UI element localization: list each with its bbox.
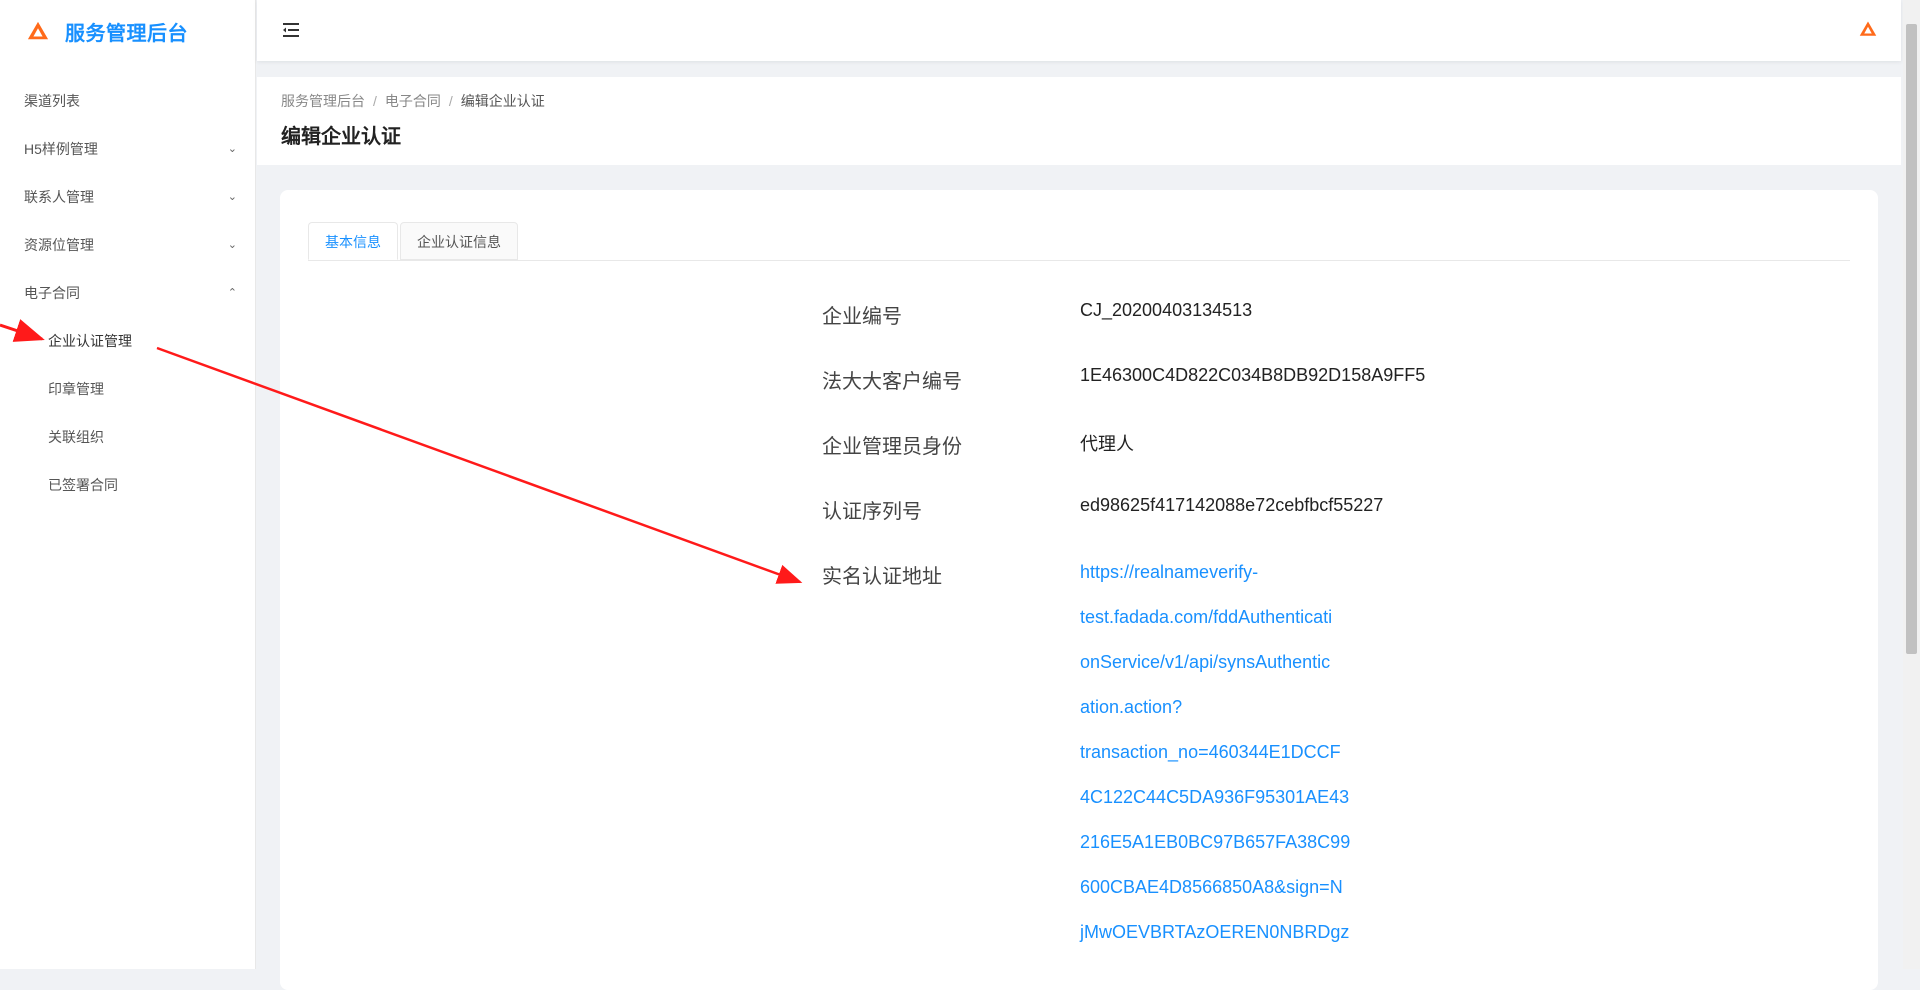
content-card: 基本信息 企业认证信息 企业编号 CJ_20200403134513 法大大客户… bbox=[280, 190, 1878, 990]
sidebar-submenu-e-contract: 企业认证管理 印章管理 关联组织 已签署合同 bbox=[0, 317, 255, 509]
scrollbar-thumb[interactable] bbox=[1906, 24, 1917, 654]
auth-url-line[interactable]: jMwOEVBRTAzOEREN0NBRDgz bbox=[1080, 920, 1360, 965]
field-value: 代理人 bbox=[1080, 434, 1134, 454]
breadcrumb-item[interactable]: 服务管理后台 bbox=[281, 93, 365, 109]
sidebar-item-label: 电子合同 bbox=[24, 285, 80, 301]
auth-url-line[interactable]: 600CBAE4D8566850A8&sign=N bbox=[1080, 875, 1360, 920]
page-scrollbar[interactable] bbox=[1903, 0, 1920, 969]
auth-url-line[interactable]: ation.action? bbox=[1080, 695, 1360, 740]
field-label: 实名认证地址 bbox=[822, 566, 942, 588]
sidebar-item-linked-orgs[interactable]: 关联组织 bbox=[0, 413, 255, 461]
auth-url-line[interactable]: onService/v1/api/synsAuthentic bbox=[1080, 650, 1360, 695]
sidebar-item-resources[interactable]: 资源位管理 ⌄ bbox=[0, 221, 255, 269]
sidebar-item-signed-contracts[interactable]: 已签署合同 bbox=[0, 461, 255, 509]
sidebar-item-label: H5样例管理 bbox=[24, 141, 98, 157]
breadcrumb-separator: / bbox=[448, 93, 453, 109]
user-avatar-icon[interactable] bbox=[1859, 20, 1877, 38]
chevron-down-icon: ⌄ bbox=[227, 191, 237, 203]
auth-url-line[interactable]: 216E5A1EB0BC97B657FA38C99 bbox=[1080, 830, 1360, 875]
sidebar-item-h5-samples[interactable]: H5样例管理 ⌄ bbox=[0, 125, 255, 173]
auth-url-line[interactable]: https://realnameverify- bbox=[1080, 560, 1360, 605]
sidebar-item-enterprise-auth[interactable]: 企业认证管理 bbox=[0, 317, 255, 365]
app-title: 服务管理后台 bbox=[65, 22, 188, 45]
breadcrumb-item[interactable]: 电子合同 bbox=[385, 93, 441, 109]
breadcrumb-separator: / bbox=[373, 93, 377, 109]
logo[interactable]: 服务管理后台 bbox=[27, 16, 188, 46]
auth-url-line[interactable]: 4C122C44C5DA936F95301AE43 bbox=[1080, 785, 1360, 830]
sidebar-item-contacts[interactable]: 联系人管理 ⌄ bbox=[0, 173, 255, 221]
breadcrumb-current: 编辑企业认证 bbox=[460, 93, 545, 109]
breadcrumb: 服务管理后台 / 电子合同 / 编辑企业认证 bbox=[281, 91, 545, 111]
auth-url-line[interactable]: test.fadada.com/fddAuthenticati bbox=[1080, 605, 1360, 650]
sidebar-item-label: 联系人管理 bbox=[24, 189, 94, 205]
sidebar-item-label: 关联组织 bbox=[48, 429, 104, 445]
sidebar-item-label: 资源位管理 bbox=[24, 237, 94, 253]
tab-enterprise-auth-info[interactable]: 企业认证信息 bbox=[400, 222, 518, 260]
field-label: 认证序列号 bbox=[822, 501, 922, 523]
top-header bbox=[257, 0, 1901, 61]
field-value: CJ_20200403134513 bbox=[1080, 300, 1253, 320]
sidebar-item-label: 印章管理 bbox=[48, 381, 104, 397]
field-value: ed98625f417142088e72cebfbcf55227 bbox=[1080, 495, 1384, 515]
logo-icon bbox=[27, 21, 49, 40]
field-label: 法大大客户编号 bbox=[822, 371, 962, 393]
sidebar-item-label: 渠道列表 bbox=[24, 93, 80, 109]
sidebar-item-seals[interactable]: 印章管理 bbox=[0, 365, 255, 413]
sidebar-item-label: 已签署合同 bbox=[48, 477, 118, 493]
chevron-down-icon: ⌄ bbox=[227, 143, 237, 155]
field-value: 1E46300C4D822C034B8DB92D158A9FF5 bbox=[1080, 365, 1426, 385]
field-label: 企业编号 bbox=[822, 306, 902, 328]
field-label: 企业管理员身份 bbox=[822, 436, 962, 458]
tab-basic-info[interactable]: 基本信息 bbox=[308, 222, 398, 260]
sidebar-item-channels[interactable]: 渠道列表 bbox=[0, 77, 255, 125]
auth-url-line[interactable]: transaction_no=460344E1DCCF bbox=[1080, 740, 1360, 785]
chevron-down-icon: ⌄ bbox=[227, 239, 237, 251]
tab-bar: 基本信息 企业认证信息 bbox=[308, 222, 1850, 261]
sidebar-item-label: 企业认证管理 bbox=[48, 333, 132, 349]
sidebar-item-e-contract[interactable]: 电子合同 ⌃ bbox=[0, 269, 255, 317]
menu-collapse-icon[interactable] bbox=[281, 20, 301, 40]
page-header: 服务管理后台 / 电子合同 / 编辑企业认证 编辑企业认证 bbox=[257, 77, 1901, 165]
sidebar-menu: 渠道列表 H5样例管理 ⌄ 联系人管理 ⌄ 资源位管理 ⌄ 电子合同 ⌃ 企业认… bbox=[0, 77, 255, 509]
page-title: 编辑企业认证 bbox=[281, 126, 401, 148]
chevron-up-icon: ⌃ bbox=[227, 287, 237, 299]
auth-url-link[interactable]: https://realnameverify- test.fadada.com/… bbox=[1080, 560, 1360, 965]
sidebar: 服务管理后台 渠道列表 H5样例管理 ⌄ 联系人管理 ⌄ 资源位管理 ⌄ 电子合… bbox=[0, 0, 256, 969]
